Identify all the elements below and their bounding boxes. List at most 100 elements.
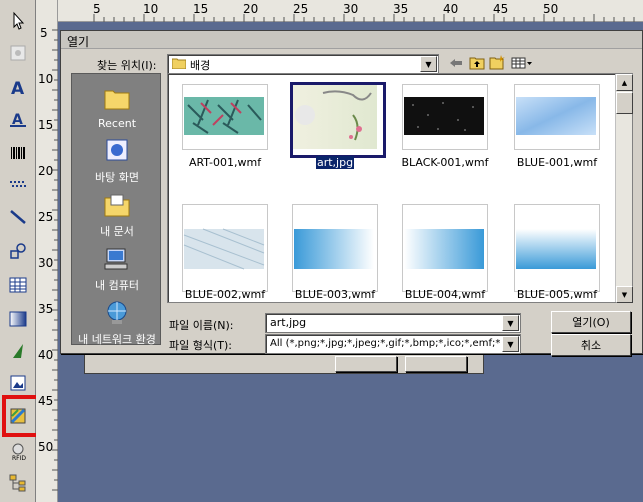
lookin-value: 배경 [190,59,211,72]
filetype-label: 파일 형식(T): [169,339,232,352]
dialog-title: 열기 [67,35,90,49]
pointer-tool-icon[interactable] [5,8,31,34]
triangle-tool-icon[interactable] [5,338,31,364]
rfid-tool-icon[interactable]: RFID [5,438,31,464]
file-thumbnail[interactable] [182,204,268,292]
tree-tool-icon[interactable] [5,470,31,496]
ruler-number: 10 [38,72,54,86]
outline-text-tool-icon[interactable]: A [5,106,31,132]
ruler-number: 10 [143,2,159,16]
ruler-number: 50 [543,2,559,16]
lookin-combo[interactable]: 배경 ▼ [167,54,439,74]
ruler-number: 45 [38,394,54,408]
desktop-icon [106,139,128,161]
scroll-down-icon[interactable]: ▼ [616,286,633,303]
view-menu-icon[interactable] [511,57,533,69]
svg-text:RFID: RFID [12,455,26,461]
ruler-number: 15 [193,2,209,16]
scroll-thumb[interactable] [616,92,633,114]
file-thumbnail[interactable] [514,204,600,292]
file-thumbnail[interactable] [402,204,488,292]
background-dialog-button[interactable] [335,356,397,372]
recent-folder-icon [104,90,130,110]
ruler-number: 40 [38,348,54,362]
background-dialog-button[interactable] [405,356,467,372]
barcode-tool-icon[interactable] [5,140,31,166]
documents-folder-icon [104,194,130,217]
place-label: Recent [97,117,137,130]
places-bar: Recent 바탕 화면 내 문서 내 컴퓨터 내 네트워크 환경 [71,73,162,347]
back-icon[interactable] [449,57,463,69]
line-tool-icon[interactable] [5,204,31,230]
place-network[interactable]: 내 네트워크 환경 [72,300,162,347]
file-name[interactable]: BLUE-002,wmf [170,288,280,301]
text-tool-icon[interactable]: A [5,74,31,100]
place-desktop[interactable]: 바탕 화면 [72,138,162,185]
file-list[interactable]: ART-001,wmf art,jpg BLACK-001,wmf BLUE-0… [167,73,633,303]
file-thumbnail[interactable] [402,84,488,150]
picture-tool-icon[interactable] [5,370,31,396]
cancel-button[interactable]: 취소 [551,334,631,356]
shape-tool-icon[interactable] [5,238,31,264]
dropdown-arrow-icon[interactable]: ▼ [502,336,519,352]
file-name[interactable]: ART-001,wmf [170,156,280,169]
horizontal-ruler: 5 10 15 20 25 30 35 40 45 50 [58,0,643,22]
ruler-number: 35 [393,2,409,16]
file-name[interactable]: BLUE-001,wmf [502,156,612,169]
computer-icon [104,248,128,270]
up-folder-icon[interactable] [469,56,485,70]
file-name[interactable]: BLUE-005,wmf [502,288,612,301]
gradient-tool-icon[interactable] [5,306,31,332]
filetype-value: All (*,png;*,jpg;*,jpeg;*,gif;*,bmp;*,ic… [270,338,501,349]
ruler-number: 20 [38,164,54,178]
ruler-number: 25 [293,2,309,16]
dropdown-arrow-icon[interactable]: ▼ [420,56,437,72]
image-tool-icon[interactable] [5,40,31,66]
ruler-number: 50 [38,440,54,454]
file-thumbnail[interactable] [514,84,600,150]
place-label: 바탕 화면 [95,171,139,184]
filename-label: 파일 이름(N): [169,319,234,332]
filetype-select[interactable]: All (*,png;*,jpg;*,jpeg;*,gif;*,bmp;*,ic… [265,334,521,354]
scroll-up-icon[interactable]: ▲ [616,74,633,91]
ruler-number: 35 [38,302,54,316]
place-recent[interactable]: Recent [72,86,162,130]
ruler-number: 5 [93,2,101,16]
file-name[interactable]: BLUE-003,wmf [280,288,390,301]
background-dialog [84,354,484,374]
open-dialog: 열기 찾는 위치(I): 배경 ▼ Recent 바탕 화면 내 문서 내 컴퓨… [60,30,643,356]
place-my-computer[interactable]: 내 컴퓨터 [72,246,162,293]
file-name[interactable]: BLACK-001,wmf [390,156,500,169]
ruler-number: 30 [343,2,359,16]
ruler-number: 30 [38,256,54,270]
network-icon [107,301,127,324]
file-thumbnail-selected[interactable] [290,82,386,158]
svg-text:A: A [11,79,25,97]
folder-icon [172,58,186,69]
dot-barcode-tool-icon[interactable] [5,172,31,198]
vertical-ruler: 5 10 15 20 25 30 35 40 45 50 [36,0,58,502]
filename-value: art,jpg [270,316,307,329]
filename-input[interactable]: art,jpg ▼ [265,313,521,333]
file-thumbnail[interactable] [292,204,378,292]
dialog-titlebar[interactable]: 열기 [61,31,642,49]
file-thumbnail[interactable] [182,84,268,150]
new-folder-icon[interactable] [489,55,505,70]
ruler-number: 40 [443,2,459,16]
ruler-number: 5 [40,26,48,40]
table-tool-icon[interactable] [5,272,31,298]
ruler-number: 25 [38,210,54,224]
highlight-box [2,395,40,437]
vertical-scrollbar[interactable]: ▲ ▼ [615,74,633,303]
open-button[interactable]: 열기(O) [551,311,631,333]
lookin-label: 찾는 위치(I): [97,59,157,72]
place-label: 내 네트워크 환경 [78,333,156,346]
ruler-number: 15 [38,118,54,132]
file-name[interactable]: BLUE-004,wmf [390,288,500,301]
place-label: 내 컴퓨터 [95,279,139,292]
place-my-documents[interactable]: 내 문서 [72,192,162,239]
dropdown-arrow-icon[interactable]: ▼ [502,315,519,331]
ruler-number: 20 [243,2,259,16]
ruler-number: 45 [493,2,509,16]
file-name-selected[interactable]: art,jpg [280,156,390,169]
